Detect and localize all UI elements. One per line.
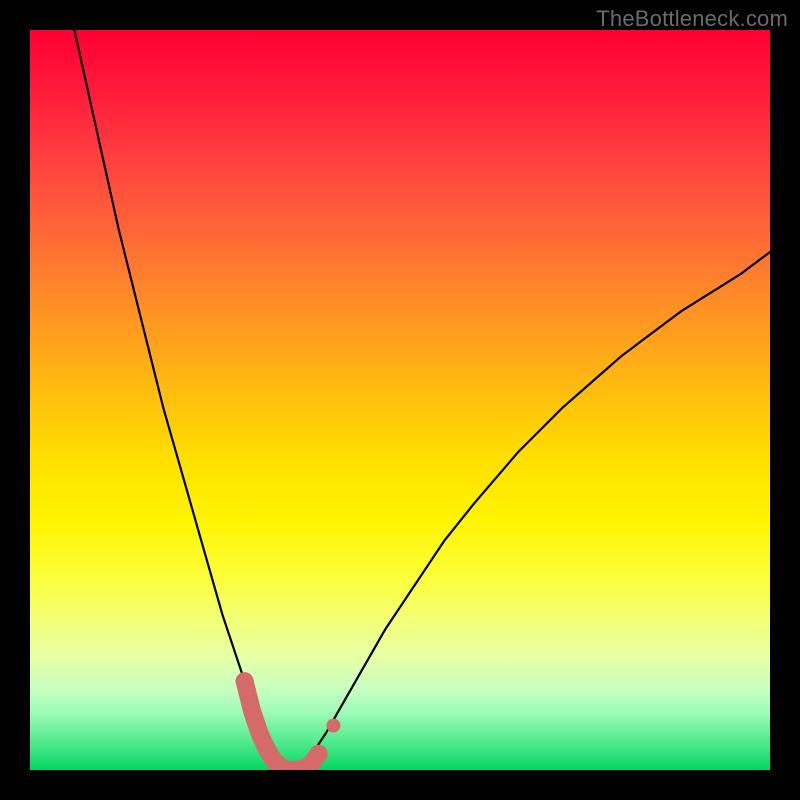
chart-frame: TheBottleneck.com bbox=[0, 0, 800, 800]
highlighted-point bbox=[326, 719, 340, 733]
bottleneck-curve bbox=[74, 30, 770, 770]
chart-svg bbox=[30, 30, 770, 770]
highlighted-run bbox=[245, 681, 319, 770]
highlighted-point bbox=[310, 745, 328, 763]
plot-area bbox=[30, 30, 770, 770]
attribution-label: TheBottleneck.com bbox=[596, 6, 788, 32]
highlighted-point bbox=[236, 672, 254, 690]
